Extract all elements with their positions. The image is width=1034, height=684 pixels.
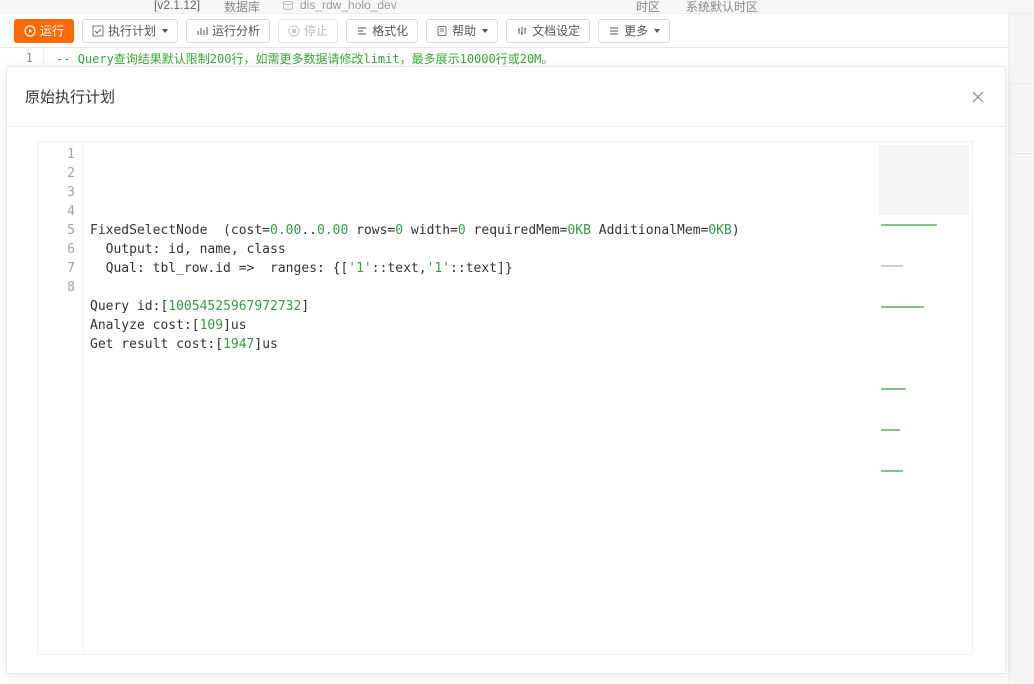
toolbar: 运行 执行计划 运行分析 停止 格式化 帮助 文档设定	[0, 14, 1034, 48]
code-line: FixedSelectNode (cost=0.00..0.00 rows=0 …	[90, 221, 966, 240]
close-icon[interactable]	[969, 88, 987, 106]
modal-title: 原始执行计划	[25, 86, 115, 107]
stop-label: 停止	[304, 22, 328, 39]
rail-item[interactable]	[1009, 14, 1034, 84]
rail-item[interactable]	[1009, 84, 1034, 154]
stop-button: 停止	[278, 19, 338, 43]
line-number: 5	[38, 221, 75, 240]
db-label: 数据库	[224, 0, 260, 15]
code-line: Get result cost:[1947]us	[90, 335, 966, 354]
version-label: [v2.1.12]	[154, 0, 200, 12]
book-icon	[436, 25, 448, 37]
code-line: Analyze cost:[109]us	[90, 316, 966, 335]
modal-header: 原始执行计划	[7, 67, 1005, 127]
analyze-button[interactable]: 运行分析	[186, 19, 270, 43]
code-line: Query id:[10054525967972732]	[90, 297, 966, 316]
run-button[interactable]: 运行	[14, 19, 74, 43]
line-number: 8	[38, 278, 75, 297]
line-number: 3	[38, 183, 75, 202]
line-number: 2	[38, 164, 75, 183]
docset-button[interactable]: 文档设定	[506, 19, 590, 43]
menu-icon	[608, 25, 620, 37]
format-label: 格式化	[372, 22, 408, 39]
line-number: 1	[0, 48, 44, 68]
editor-row: 1 -- Query查询结果默认限制200行，如需更多数据请修改limit，最多…	[0, 48, 1034, 68]
code-line: Qual: tbl_row.id => ranges: {['1'::text,…	[90, 259, 966, 278]
code-line	[90, 278, 966, 297]
right-rail	[1008, 14, 1034, 684]
minimap[interactable]	[879, 145, 969, 654]
line-number: 4	[38, 202, 75, 221]
format-button[interactable]: 格式化	[346, 19, 418, 43]
plan-icon	[92, 25, 104, 37]
tz-label: 时区	[636, 0, 660, 15]
exec-plan-label: 执行计划	[108, 22, 156, 39]
format-icon	[356, 25, 368, 37]
gutter: 12345678	[38, 142, 84, 654]
play-icon	[24, 25, 36, 37]
docset-label: 文档设定	[532, 22, 580, 39]
chevron-down-icon	[162, 29, 168, 33]
code-content[interactable]: FixedSelectNode (cost=0.00..0.00 rows=0 …	[84, 142, 972, 654]
run-label: 运行	[40, 22, 64, 39]
exec-plan-button[interactable]: 执行计划	[82, 19, 178, 43]
editor-comment: -- Query查询结果默认限制200行，如需更多数据请修改limit，最多展示…	[44, 50, 553, 67]
raw-plan-modal: 原始执行计划 12345678	[6, 66, 1006, 674]
code-editor[interactable]: 12345678 FixedSelectNode (cost	[37, 141, 973, 655]
stop-icon	[288, 25, 300, 37]
modal-body: 12345678 FixedSelectNode (cost	[7, 127, 1005, 673]
settings-icon	[516, 25, 528, 37]
minimap-viewport[interactable]	[879, 145, 969, 215]
chevron-down-icon	[482, 29, 488, 33]
db-name: dis_rdw_holo_dev	[300, 0, 397, 12]
analyze-label: 运行分析	[212, 22, 260, 39]
more-label: 更多	[624, 22, 648, 39]
database-icon	[282, 0, 294, 12]
code-line	[90, 202, 966, 221]
help-button[interactable]: 帮助	[426, 19, 498, 43]
help-label: 帮助	[452, 22, 476, 39]
comment-body: Query查询结果默认限制200行，如需更多数据请修改limit，最多展示100…	[78, 52, 554, 66]
chevron-down-icon	[654, 29, 660, 33]
chart-icon	[196, 25, 208, 37]
more-button[interactable]: 更多	[598, 19, 670, 43]
line-number: 1	[38, 145, 75, 164]
context-bar: [v2.1.12] 数据库 dis_rdw_holo_dev 时区 系统默认时区	[0, 0, 1034, 14]
tz-value: 系统默认时区	[686, 0, 758, 15]
line-number: 7	[38, 259, 75, 278]
line-number: 6	[38, 240, 75, 259]
comment-prefix: --	[56, 52, 78, 66]
code-line: Output: id, name, class	[90, 240, 966, 259]
